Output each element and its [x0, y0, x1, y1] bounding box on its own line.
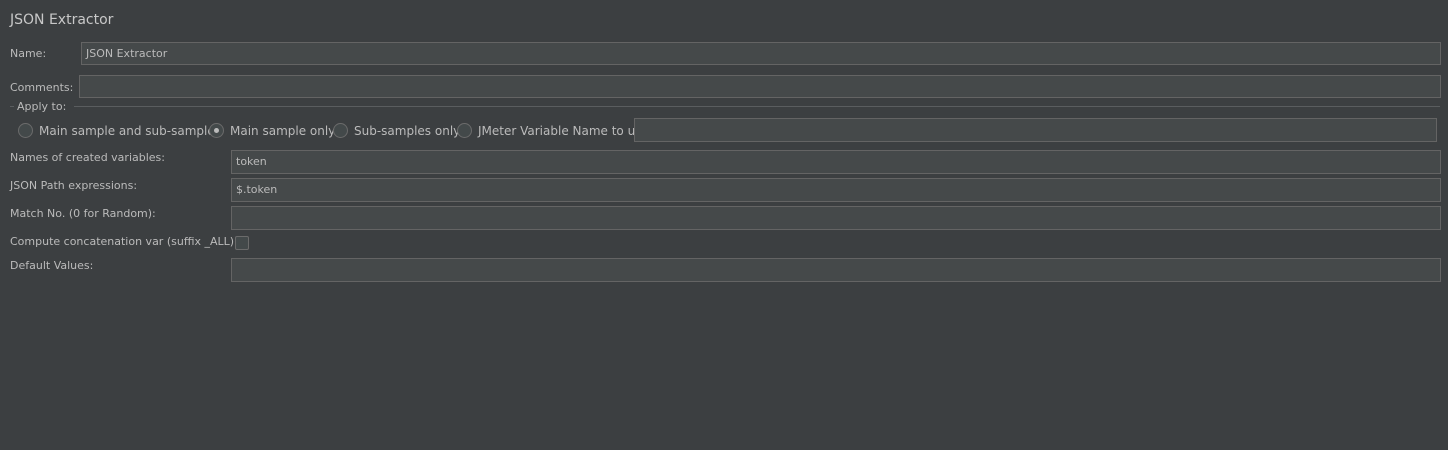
radio-sub-only-label[interactable]: Sub-samples only [354, 124, 460, 138]
comments-field[interactable] [79, 75, 1441, 98]
match-no-label: Match No. (0 for Random): [10, 207, 156, 220]
apply-to-group-border [74, 106, 1440, 107]
comments-label: Comments: [10, 81, 74, 94]
radio-jmeter-variable-label[interactable]: JMeter Variable Name to use [478, 124, 649, 138]
variables-label: Names of created variables: [10, 151, 165, 164]
concat-label: Compute concatenation var (suffix _ALL): [10, 235, 238, 248]
json-path-field[interactable]: $.token [231, 178, 1441, 202]
variables-field[interactable]: token [231, 150, 1441, 174]
name-field[interactable]: JSON Extractor [81, 42, 1441, 65]
default-values-field[interactable] [231, 258, 1441, 282]
radio-sub-only[interactable] [333, 123, 348, 138]
apply-to-label: Apply to: [17, 100, 67, 113]
json-path-label: JSON Path expressions: [10, 179, 138, 192]
default-values-label: Default Values: [10, 259, 94, 272]
radio-selected-dot [214, 128, 219, 133]
radio-main-only-label[interactable]: Main sample only [230, 124, 335, 138]
radio-main-only[interactable] [209, 123, 224, 138]
apply-to-group-border-left [10, 106, 14, 107]
radio-main-and-sub-label[interactable]: Main sample and sub-samples [39, 124, 221, 138]
jmeter-variable-name-field[interactable] [634, 118, 1437, 142]
name-label: Name: [10, 47, 47, 60]
concat-checkbox[interactable] [235, 236, 249, 250]
panel-title: JSON Extractor [10, 12, 114, 28]
radio-jmeter-variable[interactable] [457, 123, 472, 138]
match-no-field[interactable] [231, 206, 1441, 230]
radio-main-and-sub[interactable] [18, 123, 33, 138]
